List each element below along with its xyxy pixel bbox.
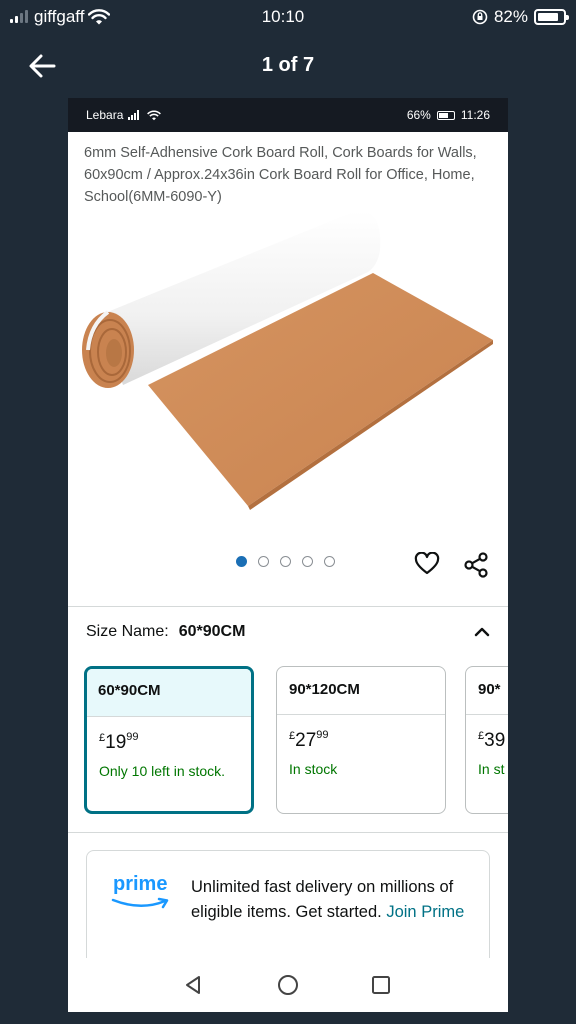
size-option-90-partial[interactable]: 90* £39 In st: [465, 666, 508, 814]
android-nav-bar: [68, 958, 508, 1012]
divider: [68, 832, 508, 833]
image-pager[interactable]: [236, 556, 335, 567]
pager-dot[interactable]: [236, 556, 247, 567]
size-option-90x120[interactable]: 90*120CM £2799 In stock: [276, 666, 446, 814]
product-screenshot[interactable]: Lebara 66% 11:26 6mm Self-Adhensive Cork…: [68, 98, 508, 1012]
size-selected-value: 60*90CM: [178, 623, 246, 640]
divider: [68, 606, 508, 607]
recents-square-icon[interactable]: [370, 974, 392, 996]
prime-description: Unlimited fast delivery on millions of e…: [191, 878, 465, 921]
size-option-60x90[interactable]: 60*90CM £1999 Only 10 left in stock.: [84, 666, 254, 814]
share-icon[interactable]: [462, 551, 490, 579]
size-selector-header[interactable]: Size Name: 60*90CM: [86, 623, 490, 641]
prime-smile-icon: [111, 897, 169, 909]
size-option-name: 60*90CM: [87, 669, 251, 717]
pager-dot[interactable]: [324, 556, 335, 567]
carrier-name: giffgaff: [34, 7, 85, 26]
inner-signal-icon: [128, 110, 140, 120]
battery-icon: [534, 9, 569, 25]
inner-status-time: 11:26: [460, 108, 490, 122]
back-triangle-icon[interactable]: [182, 974, 204, 996]
prime-logo: prime: [113, 873, 168, 895]
size-option-stock: Only 10 left in stock.: [99, 763, 226, 779]
size-option-stock: In stock: [289, 761, 338, 777]
battery-percent: 82%: [493, 7, 528, 26]
viewer-title: 1 of 7: [261, 54, 315, 76]
home-circle-icon[interactable]: [277, 974, 299, 996]
chevron-up-icon[interactable]: [474, 627, 490, 637]
inner-wifi-icon: [147, 109, 162, 120]
inner-carrier: Lebara: [86, 108, 124, 122]
pager-dot[interactable]: [280, 556, 291, 567]
status-time: 10:10: [261, 7, 305, 26]
inner-battery-icon: [436, 110, 455, 120]
pager-dot[interactable]: [302, 556, 313, 567]
product-image[interactable]: [78, 210, 498, 510]
product-title[interactable]: 6mm Self-Adhensive Cork Board Roll, Cork…: [68, 132, 508, 208]
orientation-lock-icon: [472, 9, 488, 25]
join-prime-link[interactable]: Join Prime: [386, 903, 464, 921]
pager-dot[interactable]: [258, 556, 269, 567]
viewer-header: 1 of 7: [0, 44, 576, 88]
size-option-price: £39: [478, 730, 506, 751]
size-option-price: £2799: [289, 729, 329, 751]
heart-icon[interactable]: [414, 552, 440, 576]
signal-icon: [10, 10, 28, 23]
size-option-name: 90*120CM: [277, 667, 445, 715]
inner-status-bar: Lebara 66% 11:26: [68, 98, 508, 132]
inner-battery-percent: 66%: [406, 108, 431, 122]
size-label: Size Name:: [86, 623, 169, 640]
size-option-stock: In st: [478, 761, 505, 777]
size-option-name: 90*: [466, 667, 508, 715]
size-option-price: £1999: [99, 731, 139, 753]
wifi-icon: [88, 9, 111, 25]
status-bar: giffgaff 10:10 82%: [0, 0, 576, 34]
